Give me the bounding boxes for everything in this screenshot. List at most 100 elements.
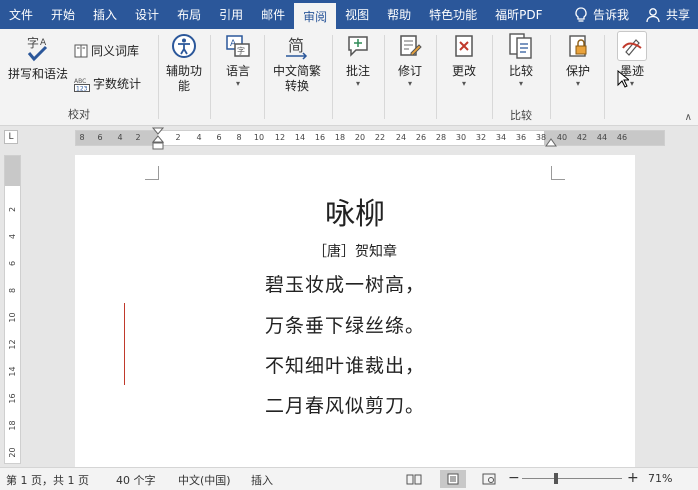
tab-design[interactable]: 设计 [126,0,168,29]
track-changes-icon [395,31,425,61]
zoom-in-button[interactable]: + [627,470,639,486]
accessibility-button[interactable]: 辅助功 能 [162,31,206,94]
ink-icon [617,31,647,61]
chevron-down-icon: ▾ [235,79,240,88]
ruler-number: 22 [374,133,386,142]
chinese-conversion-button[interactable]: 简 中文简繁 转换 [268,31,326,94]
language-icon: A字 [223,31,253,61]
ruler-number: 24 [395,133,407,142]
zoom-out-button[interactable]: − [508,470,520,486]
comment-icon [343,31,373,61]
tab-review[interactable]: 审阅 [294,3,337,29]
tab-view[interactable]: 视图 [336,0,378,29]
document-page[interactable]: 咏柳 ［唐］贺知章 碧玉妆成一树高， 万条垂下绿丝绦。 不知细叶谁裁出， 二月春… [75,155,635,467]
spelling-grammar-label: 拼写和语法 [7,67,68,81]
tab-insert[interactable]: 插入 [84,0,126,29]
tab-mailings[interactable]: 邮件 [252,0,294,29]
word-count-button[interactable]: ABC 123 字数统计 [74,75,141,92]
word-count-icon: ABC123 [74,78,90,92]
menu-spacer [552,0,566,29]
ruler-number: 46 [616,133,628,142]
insert-mode-status[interactable]: 插入 [251,472,273,488]
protect-button[interactable]: 保护 ▾ [556,31,600,89]
ribbon-separator [384,35,385,119]
tab-selector-icon[interactable]: L [4,130,18,144]
indent-marker-icon[interactable] [152,127,164,151]
ruler-number: 6 [8,260,17,267]
ruler-number: 4 [117,133,123,142]
tab-foxit-pdf[interactable]: 福昕PDF [486,0,551,29]
change-bar [124,303,125,385]
svg-text:A: A [40,38,47,48]
ribbon-separator [210,35,211,119]
spelling-check-icon: 字A [23,34,53,64]
chinese-conversion-label-line1: 中文简繁 [272,64,321,78]
tab-help[interactable]: 帮助 [378,0,420,29]
tab-special-features[interactable]: 特色功能 [420,0,486,29]
page-count[interactable]: 第 1 页，共 1 页 [6,472,89,488]
ruler-area: L 8 6 4 2 2 4 6 8 10 12 14 16 18 20 22 2… [0,126,698,150]
ruler-number: 10 [8,312,17,323]
ribbon-separator [436,35,437,119]
ruler-number: 2 [175,133,181,142]
language-button[interactable]: A字 语言 ▾ [216,31,260,89]
zoom-slider-thumb[interactable] [553,473,558,484]
tab-home[interactable]: 开始 [42,0,84,29]
ruler-number: 12 [8,339,17,350]
ruler-number: 14 [8,366,17,377]
accessibility-label-line2: 能 [177,79,190,93]
word-count-status[interactable]: 40 个字 [116,472,156,488]
ruler-number: 36 [515,133,527,142]
right-indent-marker-icon[interactable] [545,137,557,147]
share-button[interactable]: 共享 [637,0,698,29]
ruler-number: 4 [196,133,202,142]
track-changes-button[interactable]: 修订 ▾ [388,31,432,89]
ruler-number: 6 [216,133,222,142]
svg-text:简: 简 [288,36,304,55]
status-bar: 第 1 页，共 1 页 40 个字 中文(中国) 插入 − + 71% [0,467,698,490]
svg-text:123: 123 [76,85,88,92]
ruler-number: 26 [415,133,427,142]
tab-references[interactable]: 引用 [210,0,252,29]
book-icon [74,44,88,57]
ruler-number: 10 [253,133,265,142]
lock-icon [563,31,593,61]
tab-layout[interactable]: 布局 [168,0,210,29]
compare-group-label: 比较 [510,109,532,122]
ruler-number: 20 [354,133,366,142]
thesaurus-button[interactable]: 同义词库 [74,42,139,59]
ribbon-separator [550,35,551,119]
horizontal-ruler[interactable]: 8 6 4 2 2 4 6 8 10 12 14 16 18 20 22 24 … [75,127,665,150]
read-mode-icon[interactable] [406,473,422,485]
tell-me-button[interactable]: 告诉我 [566,0,637,29]
changes-button[interactable]: 更改 ▾ [440,31,488,89]
word-count-label: 字数统计 [93,77,142,91]
comments-label: 批注 [345,64,370,78]
chinese-conversion-icon: 简 [282,31,312,61]
compare-button[interactable]: 比较 ▾ [498,31,544,89]
web-layout-icon[interactable] [482,473,496,485]
zoom-level[interactable]: 71% [648,472,672,485]
tab-file[interactable]: 文件 [0,0,42,29]
spelling-grammar-button[interactable]: 字A 拼写和语法 [6,34,70,82]
comments-button[interactable]: 批注 ▾ [336,31,380,89]
collapse-ribbon-icon[interactable]: ∧ [685,112,692,123]
ruler-number: 4 [8,233,17,240]
ruler-number: 34 [495,133,507,142]
share-label: 共享 [665,8,690,22]
poem-line: 不知细叶谁裁出， [265,355,426,377]
ruler-number: 20 [8,447,17,458]
svg-text:ABC: ABC [74,78,86,85]
poem-line: 二月春风似剪刀。 [265,395,426,417]
accessibility-label-line1: 辅助功 [165,64,202,78]
language-status[interactable]: 中文(中国) [178,472,231,488]
ruler-number: 2 [8,206,17,213]
chevron-down-icon: ▾ [518,79,523,88]
print-layout-button[interactable] [440,470,466,488]
ruler-number: 18 [334,133,346,142]
tell-me-label: 告诉我 [592,8,629,22]
zoom-slider[interactable] [522,478,622,479]
vertical-ruler[interactable]: 2 4 6 8 10 12 14 16 18 20 [4,155,21,464]
person-icon [646,7,660,22]
ruler-number: 12 [274,133,286,142]
